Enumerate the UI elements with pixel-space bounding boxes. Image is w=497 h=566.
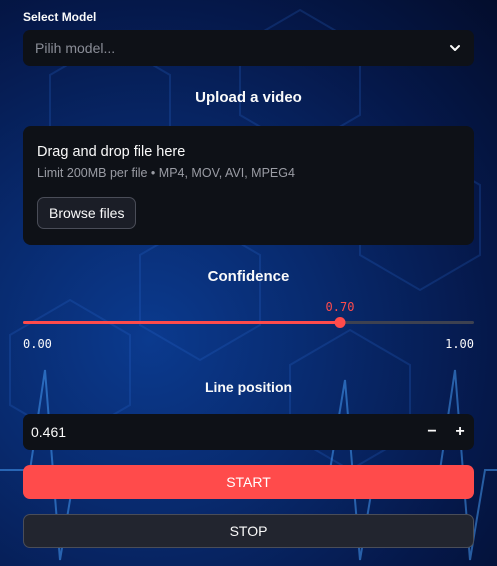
model-select-placeholder: Pilih model... bbox=[35, 40, 116, 56]
line-position-input[interactable]: 0.461 − + bbox=[23, 414, 474, 450]
upload-title: Upload a video bbox=[195, 89, 302, 106]
stop-button[interactable]: STOP bbox=[23, 514, 474, 548]
line-position-title: Line position bbox=[204, 379, 293, 395]
model-select[interactable]: Pilih model... bbox=[23, 30, 474, 66]
confidence-slider-fill bbox=[23, 321, 340, 324]
confidence-max-label: 1.00 bbox=[445, 337, 474, 351]
chevron-down-icon bbox=[450, 45, 460, 51]
start-button[interactable]: START bbox=[23, 465, 474, 499]
dropzone-limit-text: Limit 200MB per file • MP4, MOV, AVI, MP… bbox=[37, 166, 295, 180]
confidence-value-label: 0.70 bbox=[325, 300, 355, 314]
file-dropzone[interactable]: Drag and drop file here Limit 200MB per … bbox=[23, 126, 474, 245]
confidence-title: Confidence bbox=[207, 268, 290, 285]
confidence-slider-track[interactable] bbox=[23, 317, 474, 328]
confidence-min-label: 0.00 bbox=[23, 337, 52, 351]
dropzone-instructions: Drag and drop file here bbox=[37, 144, 186, 160]
select-model-label: Select Model bbox=[23, 10, 97, 24]
confidence-slider-thumb[interactable] bbox=[334, 317, 346, 328]
decrement-button[interactable]: − bbox=[418, 414, 446, 450]
line-position-value[interactable]: 0.461 bbox=[31, 424, 418, 440]
browse-files-button[interactable]: Browse files bbox=[37, 197, 137, 229]
increment-button[interactable]: + bbox=[446, 414, 474, 450]
